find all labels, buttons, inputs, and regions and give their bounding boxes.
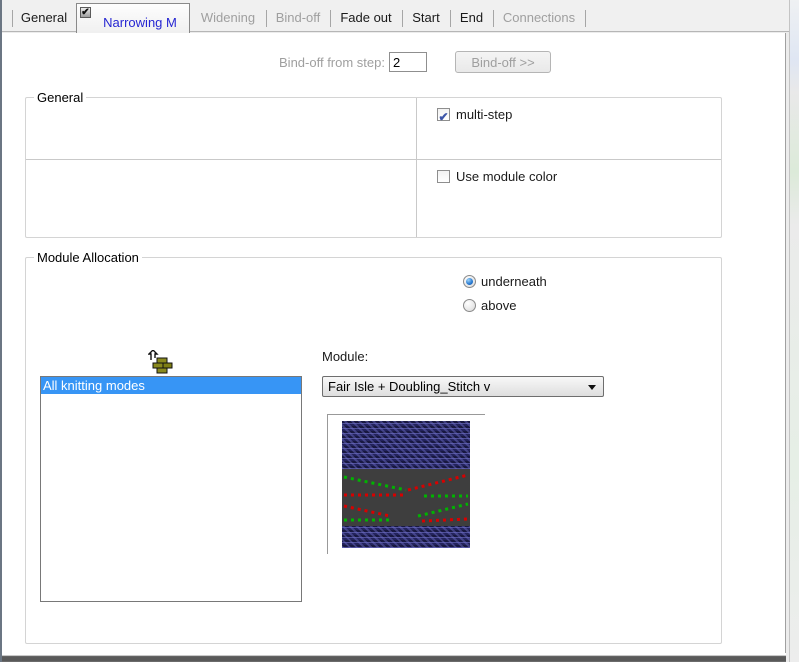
tab-fade-out[interactable]: Fade out bbox=[330, 8, 402, 28]
bindoff-from-step-label: Bind-off from step: bbox=[200, 55, 385, 70]
module-label: Module: bbox=[322, 349, 368, 364]
list-item[interactable]: All knitting modes bbox=[41, 377, 301, 394]
module-allocation-groupbox: Module Allocation underneath above All k… bbox=[25, 257, 722, 644]
underneath-label: underneath bbox=[481, 275, 547, 289]
use-module-color-label: Use module color bbox=[456, 170, 557, 184]
tab-bind-off[interactable]: Bind-off bbox=[266, 8, 330, 28]
above-radio[interactable] bbox=[463, 299, 476, 312]
general-groupbox: General ✔ multi-step Use module color bbox=[25, 97, 722, 238]
stitch-symbol-band bbox=[342, 469, 470, 526]
above-label: above bbox=[481, 299, 516, 313]
chevron-down-icon bbox=[588, 385, 596, 390]
module-preview-image bbox=[342, 421, 470, 548]
tab-end[interactable]: End bbox=[450, 8, 493, 28]
tab-separator bbox=[585, 10, 586, 27]
window-right-border bbox=[785, 33, 786, 653]
divider bbox=[26, 159, 721, 160]
background-strip bbox=[790, 0, 799, 662]
tab-narrowing-m[interactable]: ✔ Narrowing M bbox=[76, 3, 190, 33]
use-module-color-checkbox[interactable] bbox=[437, 170, 450, 183]
check-icon: ✔ bbox=[438, 110, 448, 124]
window-right-border bbox=[789, 0, 790, 662]
module-allocation-title: Module Allocation bbox=[34, 250, 142, 265]
bindoff-button[interactable]: Bind-off >> bbox=[455, 51, 551, 73]
underneath-radio[interactable] bbox=[463, 275, 476, 288]
window-bottom-bar bbox=[2, 655, 786, 662]
tab-general[interactable]: General bbox=[12, 8, 76, 28]
module-dropdown-value: Fair Isle + Doubling_Stitch v bbox=[328, 379, 490, 394]
knitting-modes-list[interactable]: All knitting modes bbox=[40, 376, 302, 602]
knit-band bbox=[342, 421, 470, 469]
bindoff-step-input[interactable] bbox=[389, 52, 427, 72]
general-group-title: General bbox=[34, 90, 86, 105]
knit-band bbox=[342, 526, 470, 548]
multi-step-checkbox[interactable]: ✔ bbox=[437, 108, 450, 121]
tab-widening[interactable]: Widening bbox=[190, 8, 266, 28]
tab-start[interactable]: Start bbox=[402, 8, 450, 28]
divider bbox=[416, 98, 417, 237]
multi-step-label: multi-step bbox=[456, 108, 512, 122]
check-icon: ✔ bbox=[80, 7, 91, 18]
module-preview-frame bbox=[327, 414, 485, 554]
tab-bar: General ✔ Narrowing M Widening Bind-off … bbox=[2, 0, 790, 32]
allocate-module-icon[interactable] bbox=[148, 350, 174, 374]
dialog-window: General ✔ Narrowing M Widening Bind-off … bbox=[0, 0, 799, 662]
tab-connections[interactable]: Connections bbox=[493, 8, 585, 28]
window-left-border bbox=[0, 0, 2, 662]
module-dropdown[interactable]: Fair Isle + Doubling_Stitch v bbox=[322, 376, 604, 397]
tab-narrowing-m-label: Narrowing M bbox=[91, 15, 189, 30]
